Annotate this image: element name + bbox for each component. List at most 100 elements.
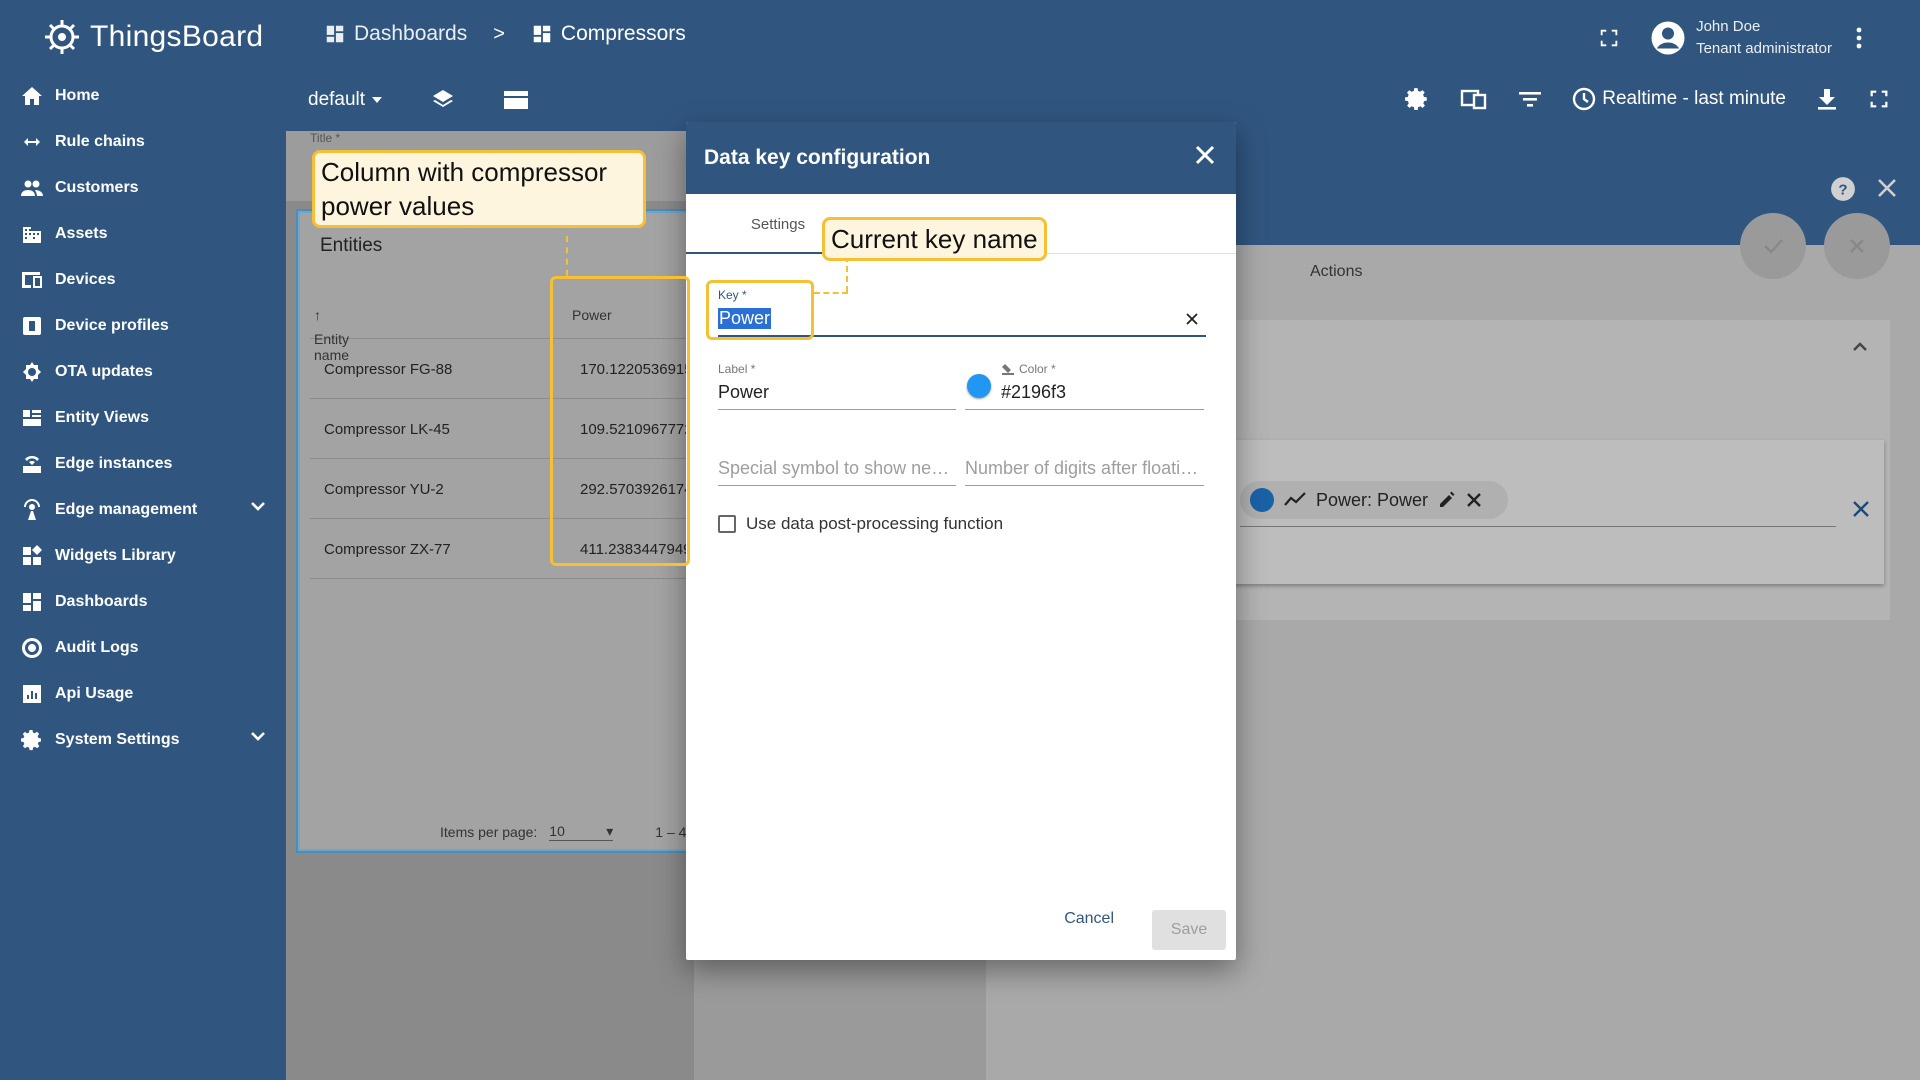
decline-button[interactable]: [1824, 213, 1890, 279]
download-icon[interactable]: [1816, 87, 1838, 111]
filter-icon[interactable]: [1518, 89, 1542, 109]
breadcrumb-dashboards[interactable]: Dashboards: [324, 22, 467, 46]
customers-icon: [20, 176, 44, 200]
sidebar-item-ota-updates[interactable]: OTA updates: [0, 349, 286, 395]
help-icon[interactable]: ?: [1830, 176, 1856, 202]
remove-icon[interactable]: [1466, 492, 1482, 508]
color-label-text: Color *: [1019, 362, 1056, 376]
sidebar-item-label: Entity Views: [55, 409, 149, 426]
layers-icon[interactable]: [431, 88, 455, 112]
fullscreen-icon[interactable]: [1868, 88, 1890, 110]
sidebar-item-system-settings[interactable]: System Settings: [0, 717, 286, 763]
tab-actions[interactable]: Actions: [1310, 263, 1362, 281]
label-field[interactable]: Label * Power: [718, 362, 956, 410]
layout-icon[interactable]: [503, 89, 529, 111]
sidebar-item-device-profiles[interactable]: Device profiles: [0, 303, 286, 349]
format-color-icon: [1001, 363, 1015, 375]
sidebar-item-label: Audit Logs: [55, 639, 139, 656]
key-color-dot: [1250, 488, 1274, 512]
chip-input-underline: [1240, 526, 1836, 527]
settings-icon[interactable]: [1404, 86, 1430, 112]
dashboard-toolbar-right: Realtime - last minute: [1404, 86, 1890, 112]
color-swatch[interactable]: [967, 374, 991, 398]
sidebar-item-edge-management[interactable]: Edge management: [0, 487, 286, 533]
special-symbol-field[interactable]: Special symbol to show nex…: [718, 458, 956, 486]
data-key-chip[interactable]: Power: Power: [1240, 481, 1508, 519]
sidebar-item-label: Assets: [55, 225, 108, 242]
close-icon[interactable]: [1876, 177, 1898, 199]
sidebar-item-label: Api Usage: [55, 685, 134, 702]
rule-chains-icon: [20, 130, 44, 154]
close-icon[interactable]: [1194, 144, 1216, 166]
more-vert-icon[interactable]: [1856, 27, 1862, 49]
sidebar-item-home[interactable]: Home: [0, 73, 286, 119]
postprocessing-checkbox[interactable]: Use data post-processing function: [718, 514, 1003, 534]
column-entity-name[interactable]: Entity name ↑: [314, 307, 349, 363]
user-info[interactable]: John Doe Tenant administrator: [1696, 16, 1832, 60]
sidebar-item-rule-chains[interactable]: Rule chains: [0, 119, 286, 165]
breadcrumb-label: Dashboards: [354, 22, 468, 45]
devices-icon: [20, 268, 44, 292]
sidebar-item-widgets-library[interactable]: Widgets Library: [0, 533, 286, 579]
dialog-header: Data key configuration: [686, 122, 1236, 194]
caret-down-icon: ▾: [606, 823, 614, 839]
caret-down-icon: [371, 96, 383, 104]
entity-name: Compressor YU-2: [324, 481, 444, 498]
device-profiles-icon: [20, 314, 44, 338]
save-button[interactable]: Save: [1152, 910, 1226, 950]
clear-datasource-icon[interactable]: [1852, 500, 1870, 518]
cancel-button[interactable]: Cancel: [1052, 900, 1126, 938]
widgets-icon: [20, 544, 44, 568]
brand-name: ThingsBoard: [90, 19, 264, 53]
edge-management-icon: [20, 498, 44, 522]
chevron-down-icon[interactable]: [250, 728, 266, 744]
logo[interactable]: ThingsBoard: [0, 0, 286, 73]
check-icon: [1764, 239, 1783, 254]
tab-label: Settings: [750, 215, 806, 233]
state-selector[interactable]: default: [308, 89, 383, 111]
paginator: Items per page: 10 ▾ 1 – 4 of: [440, 823, 702, 841]
chip-label: Power: Power: [1316, 489, 1429, 510]
edit-icon[interactable]: [1438, 491, 1456, 509]
entity-name: Compressor LK-45: [324, 421, 450, 438]
sidebar-item-devices[interactable]: Devices: [0, 257, 286, 303]
chevron-up-icon[interactable]: [1852, 342, 1868, 352]
sidebar-item-audit-logs[interactable]: Audit Logs: [0, 625, 286, 671]
power-column-highlight: [550, 276, 690, 566]
chevron-down-icon[interactable]: [250, 498, 266, 514]
devices-icon[interactable]: [1460, 87, 1488, 111]
column-annotation: Column with compressor power values: [312, 150, 646, 228]
items-per-page-value: 10: [549, 823, 565, 839]
settings-icon: [20, 728, 44, 752]
decimals-field[interactable]: Number of digits after floati…: [965, 458, 1204, 486]
user-menu: John Doe Tenant administrator: [1598, 16, 1862, 60]
apply-button[interactable]: [1740, 213, 1806, 279]
sidebar-item-api-usage[interactable]: Api Usage: [0, 671, 286, 717]
avatar[interactable]: [1650, 20, 1686, 56]
assets-icon: [20, 222, 44, 246]
sidebar-item-edge-instances[interactable]: Edge instances: [0, 441, 286, 487]
breadcrumb-separator: >: [493, 22, 505, 45]
fullscreen-icon[interactable]: [1598, 27, 1620, 49]
svg-text:?: ?: [1838, 181, 1847, 198]
thingsboard-logo-icon: [42, 17, 82, 57]
sidebar-item-label: Edge instances: [55, 455, 173, 472]
timewindow[interactable]: Realtime - last minute: [1572, 87, 1786, 111]
sidebar-item-assets[interactable]: Assets: [0, 211, 286, 257]
sidebar-item-entity-views[interactable]: Entity Views: [0, 395, 286, 441]
sidebar-item-label: OTA updates: [55, 363, 153, 380]
checkbox-box[interactable]: [718, 515, 736, 533]
nav-list: Home Rule chains Customers Assets Devices Dev…: [0, 73, 286, 763]
items-per-page-select[interactable]: 10 ▾: [549, 823, 614, 841]
key-annotation: Current key name: [822, 217, 1047, 261]
breadcrumb: Dashboards > Compressors: [324, 22, 686, 46]
sidebar-item-customers[interactable]: Customers: [0, 165, 286, 211]
color-field[interactable]: Color * #2196f3: [965, 362, 1204, 410]
state-label: default: [308, 89, 366, 110]
items-per-page-label: Items per page:: [440, 824, 538, 840]
clear-icon[interactable]: [1186, 312, 1198, 325]
color-value: #2196f3: [965, 374, 1204, 410]
dashboards-icon: [20, 590, 44, 614]
sidebar-item-dashboards[interactable]: Dashboards: [0, 579, 286, 625]
entity-name: Compressor ZX-77: [324, 541, 451, 558]
